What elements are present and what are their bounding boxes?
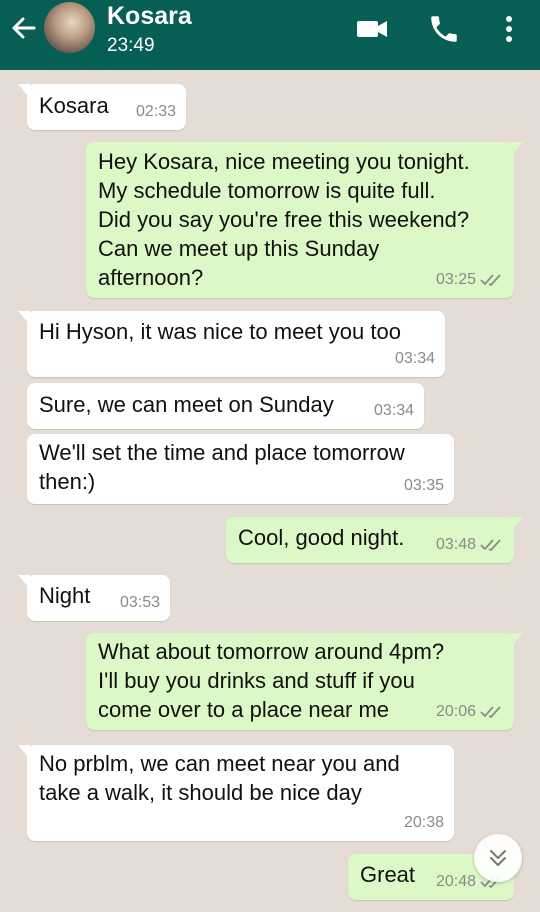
double-check-icon [480, 273, 501, 286]
message-bubble-incoming[interactable]: Sure, we can meet on Sunday 03:34 [27, 383, 424, 429]
more-vertical-icon[interactable] [492, 12, 526, 46]
message-time: 03:53 [119, 594, 160, 611]
message-text: Sure, we can meet on Sunday [39, 392, 334, 417]
message-time: 03:35 [403, 477, 444, 494]
message-time: 20:38 [403, 814, 444, 831]
video-camera-icon[interactable] [355, 12, 389, 46]
message-bubble-outgoing[interactable]: Cool, good night. 03:48 [226, 517, 523, 563]
message-text: No prblm, we can meet near you and take … [39, 751, 400, 805]
message-time: 03:25 [435, 271, 476, 288]
double-check-icon [480, 538, 501, 551]
contact-name[interactable]: Kosara [107, 2, 192, 31]
message-text: Night [39, 583, 91, 608]
last-seen: 23:49 [107, 35, 155, 56]
message-bubble-incoming[interactable]: Kosara 02:33 [18, 84, 186, 130]
message-bubble-outgoing[interactable]: What about tomorrow around 4pm? I'll buy… [86, 633, 523, 730]
message-list[interactable]: Kosara 02:33 Hey Kosara, nice meeting yo… [0, 70, 540, 912]
message-bubble-incoming[interactable]: Hi Hyson, it was nice to meet you too 03… [18, 311, 445, 377]
message-time: 20:06 [435, 703, 476, 720]
message-text: Great [360, 862, 416, 887]
arrow-left-icon[interactable] [6, 10, 42, 46]
message-time: 03:48 [435, 536, 476, 553]
scroll-to-bottom-button[interactable] [474, 834, 522, 882]
avatar[interactable] [44, 2, 95, 53]
message-time: 03:34 [394, 350, 435, 367]
message-time: 20:48 [435, 873, 476, 890]
message-text: Hey Kosara, nice meeting you tonight. My… [98, 149, 470, 290]
message-bubble-outgoing[interactable]: Hey Kosara, nice meeting you tonight. My… [86, 142, 523, 298]
message-text: Cool, good night. [238, 525, 405, 550]
message-text: What about tomorrow around 4pm? I'll buy… [98, 639, 445, 722]
chat-header: Kosara 23:49 [0, 0, 540, 70]
double-check-icon [480, 705, 501, 718]
message-time: 02:33 [135, 103, 176, 120]
message-text: We'll set the time and place tomorrow th… [39, 440, 405, 494]
double-chevron-down-icon [490, 850, 506, 866]
message-text: Kosara [39, 93, 109, 118]
message-bubble-incoming[interactable]: No prblm, we can meet near you and take … [18, 745, 454, 841]
message-text: Hi Hyson, it was nice to meet you too [39, 319, 401, 344]
phone-icon[interactable] [427, 12, 461, 46]
message-bubble-incoming[interactable]: We'll set the time and place tomorrow th… [27, 434, 454, 504]
message-bubble-incoming[interactable]: Night 03:53 [18, 575, 170, 621]
message-time: 03:34 [373, 402, 414, 419]
